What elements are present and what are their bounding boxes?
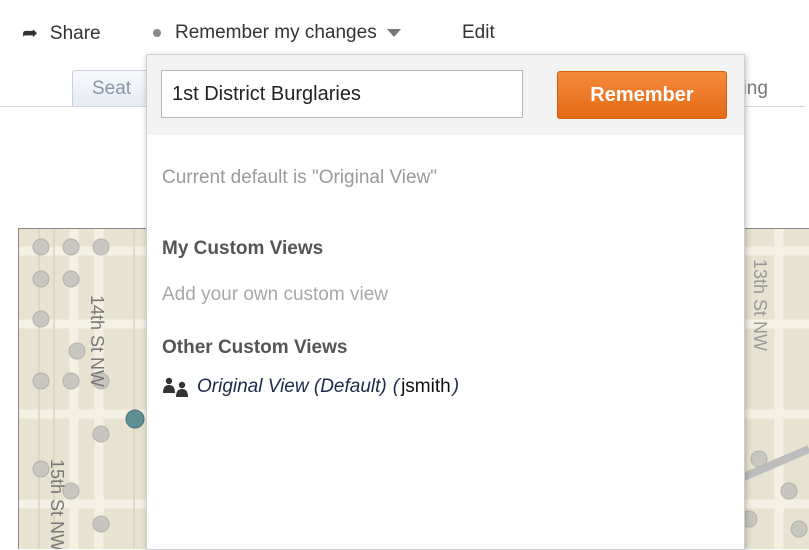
dropdown-header: Remember <box>147 55 744 135</box>
list-item: Original View (Default) ( jsmith ) <box>161 376 459 398</box>
users-icon <box>163 377 188 397</box>
remember-my-changes-menu[interactable]: Remember my changes <box>153 22 401 44</box>
street-label-14th: 14th St NW <box>87 295 107 387</box>
dot-icon <box>153 29 161 37</box>
my-custom-views-heading: My Custom Views <box>162 238 324 259</box>
owner-close-paren: ) <box>452 376 460 397</box>
remember-button[interactable]: Remember <box>557 71 727 119</box>
street-label-15th: 15th St NW <box>47 459 67 549</box>
view-name-input[interactable] <box>161 70 523 118</box>
edit-button[interactable]: Edit <box>462 22 495 44</box>
share-arrow-icon: ➦ <box>22 23 38 44</box>
original-view-link[interactable]: Original View (Default) <box>197 376 387 398</box>
edit-label: Edit <box>462 22 495 43</box>
remember-menu-label: Remember my changes <box>175 22 377 43</box>
add-custom-view-link[interactable]: Add your own custom view <box>162 284 388 306</box>
street-label-13th: 13th St NW <box>750 259 770 351</box>
current-default-text: Current default is "Original View" <box>162 167 438 188</box>
share-label: Share <box>49 22 101 44</box>
chevron-down-icon <box>386 29 401 37</box>
remember-changes-dropdown: Remember Current default is "Original Vi… <box>146 54 745 550</box>
other-custom-views-heading: Other Custom Views <box>162 337 348 358</box>
tab-search[interactable]: Seat <box>72 70 154 107</box>
owner-open-paren: ( <box>392 376 400 397</box>
view-owner: jsmith <box>401 376 451 397</box>
share-button[interactable]: ➦ Share <box>22 22 101 45</box>
tab-search-label: Seat <box>92 78 132 99</box>
